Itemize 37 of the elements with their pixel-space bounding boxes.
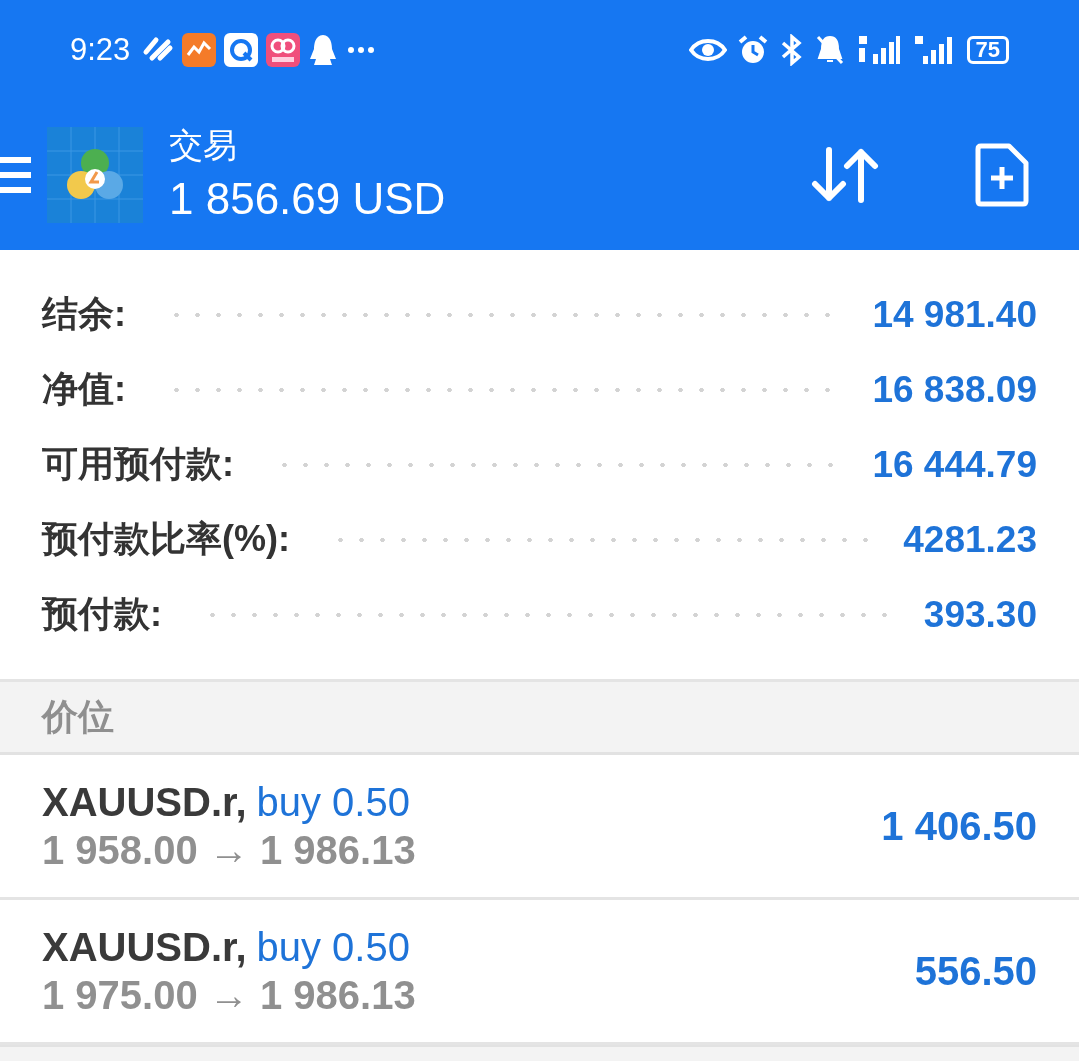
- status-time: 9:23: [70, 32, 131, 68]
- app-icon: [266, 33, 301, 67]
- field-value: 4281.23: [903, 518, 1037, 561]
- penguin-icon: [308, 33, 339, 67]
- field-value: 16 444.79: [872, 443, 1037, 486]
- document-add-icon: [975, 143, 1029, 207]
- field-label: 预付款比率(%):: [42, 517, 290, 561]
- position-row[interactable]: XAUUSD.r, buy 0.50 1 958.00 → 1 986.13 1 406.50: [0, 755, 1079, 900]
- sort-icon: [811, 146, 879, 204]
- app-icon: [224, 33, 259, 67]
- bell-off-icon: [814, 34, 845, 66]
- field-label: 预付款:: [42, 592, 162, 636]
- eye-icon: [688, 37, 727, 63]
- order-type: buy 0.50: [256, 779, 410, 826]
- sort-button[interactable]: [811, 146, 879, 204]
- field-label: 可用预付款:: [42, 442, 234, 486]
- field-value: 14 981.40: [872, 293, 1037, 336]
- alarm-icon: [736, 34, 769, 66]
- chart-app-icon: [182, 33, 217, 67]
- field-value: 16 838.09: [872, 368, 1037, 411]
- new-order-button[interactable]: [975, 143, 1029, 207]
- field-label: 结余:: [42, 292, 126, 336]
- profit-value: 556.50: [914, 948, 1037, 994]
- symbol-label: XAUUSD.r,: [42, 779, 247, 826]
- field-label: 净值:: [42, 367, 126, 411]
- order-type: buy 0.50: [256, 924, 410, 971]
- price-range: 1 958.00 → 1 986.13: [42, 827, 417, 874]
- app-logo-icon: [47, 127, 143, 223]
- more-icon: [346, 45, 377, 55]
- battery-indicator: 75: [966, 36, 1009, 64]
- profit-value: 1 406.50: [881, 803, 1037, 849]
- screen-title: 交易: [169, 125, 238, 166]
- symbol-label: XAUUSD.r,: [42, 924, 247, 971]
- section-header: 价位: [42, 694, 114, 739]
- account-balance: 1 856.69 USD: [169, 173, 447, 225]
- price-range: 1 975.00 → 1 986.13: [42, 972, 417, 1019]
- field-value: 393.30: [923, 593, 1037, 636]
